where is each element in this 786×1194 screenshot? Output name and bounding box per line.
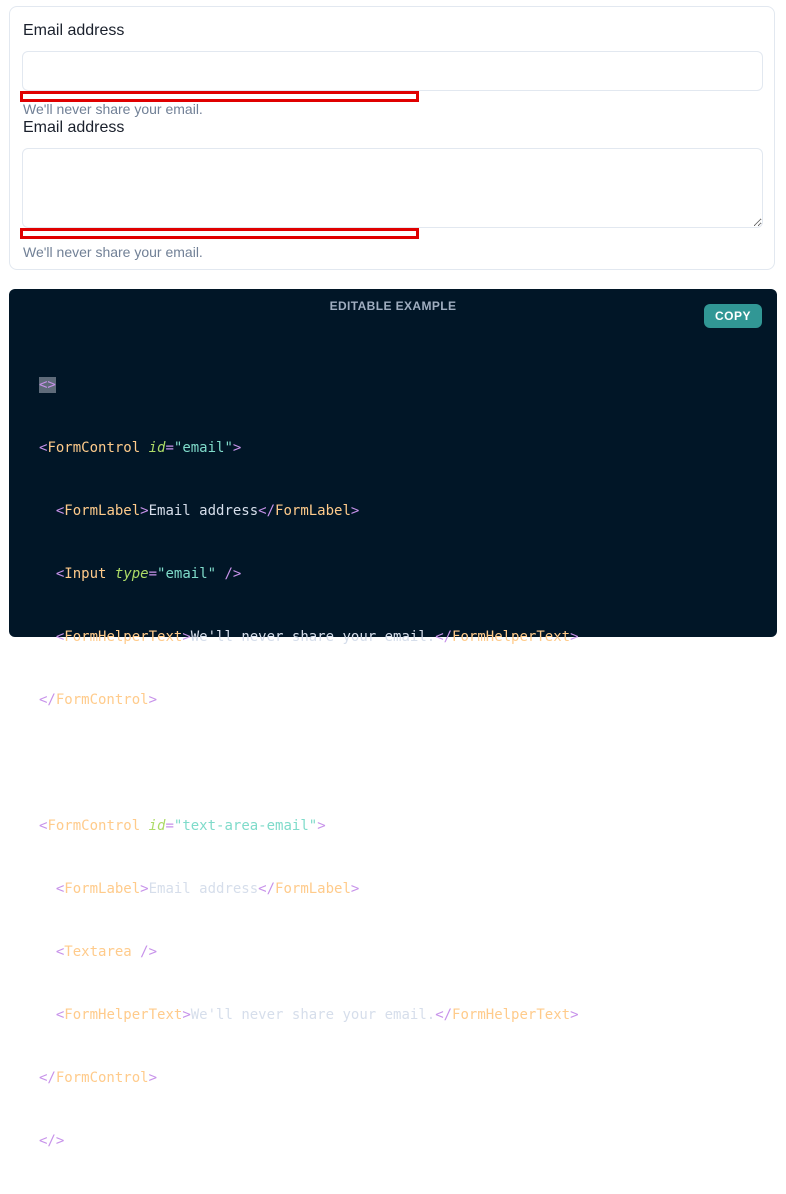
code-line: <FormLabel>Email address</FormLabel> xyxy=(55,881,360,897)
email-label: Email address xyxy=(23,22,125,39)
copy-button[interactable]: COPY xyxy=(704,304,762,328)
textarea-label: Email address xyxy=(23,119,125,136)
code-line: </FormControl> xyxy=(39,692,158,708)
textarea-helper-text: We'll never share your email. xyxy=(23,244,203,260)
code-line: <> xyxy=(39,377,56,393)
code-line: <FormHelperText>We'll never share your e… xyxy=(55,629,579,645)
code-panel-title: EDITABLE EXAMPLE xyxy=(329,299,457,313)
code-line: </> xyxy=(39,1133,65,1149)
code-line: </FormControl> xyxy=(39,1070,158,1086)
preview-panel: Email address We'll never share your ema… xyxy=(9,6,775,270)
email-helper-text: We'll never share your email. xyxy=(23,101,203,117)
code-line: <Textarea /> xyxy=(55,944,158,960)
code-line: <Input type="email" /> xyxy=(55,566,242,582)
code-line: <FormControl id="text-area-email"> xyxy=(39,818,326,834)
code-line: <FormHelperText>We'll never share your e… xyxy=(55,1007,579,1023)
code-editor[interactable]: <> <FormControl id="email"> <FormLabel>E… xyxy=(39,333,579,1194)
code-panel: EDITABLE EXAMPLE COPY <> <FormControl id… xyxy=(9,289,777,1149)
highlight-box xyxy=(20,228,419,239)
code-line: <FormControl id="email"> xyxy=(39,440,242,456)
email-textarea[interactable] xyxy=(22,148,763,228)
email-input[interactable] xyxy=(22,51,763,91)
code-line: <FormLabel>Email address</FormLabel> xyxy=(55,503,360,519)
